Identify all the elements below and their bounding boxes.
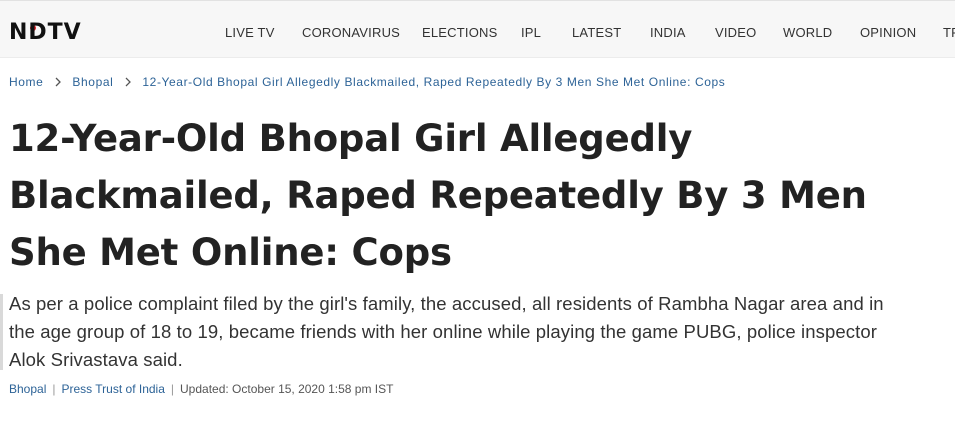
byline-divider: |	[170, 382, 175, 396]
logo-text: NDTV	[9, 20, 82, 45]
article-headline: 12-Year-Old Bhopal Girl Allegedly Blackm…	[9, 117, 867, 274]
chevron-right-icon	[55, 77, 62, 87]
nav-item-india[interactable]: INDIA	[650, 25, 686, 40]
article-byline: Bhopal | Press Trust of India | Updated:…	[9, 382, 393, 396]
breadcrumb-current[interactable]: 12-Year-Old Bhopal Girl Allegedly Blackm…	[142, 75, 725, 89]
nav-item-coronavirus[interactable]: CORONAVIRUS	[302, 25, 400, 40]
ndtv-logo[interactable]: NDTV	[9, 21, 82, 45]
nav-item-opinion[interactable]: OPINION	[860, 25, 916, 40]
nav-item-latest[interactable]: LATEST	[572, 25, 621, 40]
byline-divider: |	[52, 382, 56, 396]
byline-location[interactable]: Bhopal	[9, 382, 46, 396]
nav-item-video[interactable]: VIDEO	[715, 25, 756, 40]
breadcrumb-section[interactable]: Bhopal	[72, 75, 113, 89]
nav-item-live-tv[interactable]: LIVE TV	[225, 25, 275, 40]
breadcrumb-home[interactable]: Home	[9, 75, 43, 89]
nav-item-elections[interactable]: ELECTIONS	[422, 25, 497, 40]
byline-updated: Updated: October 15, 2020 1:58 pm IST	[180, 382, 394, 396]
summary-divider	[0, 294, 3, 370]
breadcrumb: Home Bhopal 12-Year-Old Bhopal Girl Alle…	[9, 75, 725, 89]
chevron-right-icon	[125, 77, 132, 87]
nav-item-world[interactable]: WORLD	[783, 25, 832, 40]
byline-source[interactable]: Press Trust of India	[62, 382, 165, 396]
top-navigation-bar: NDTV LIVE TV CORONAVIRUS ELECTIONS IPL L…	[0, 0, 955, 58]
article-summary: As per a police complaint filed by the g…	[9, 293, 884, 370]
nav-item-ipl[interactable]: IPL	[521, 25, 541, 40]
nav-item-truncated[interactable]: TR	[943, 25, 955, 40]
